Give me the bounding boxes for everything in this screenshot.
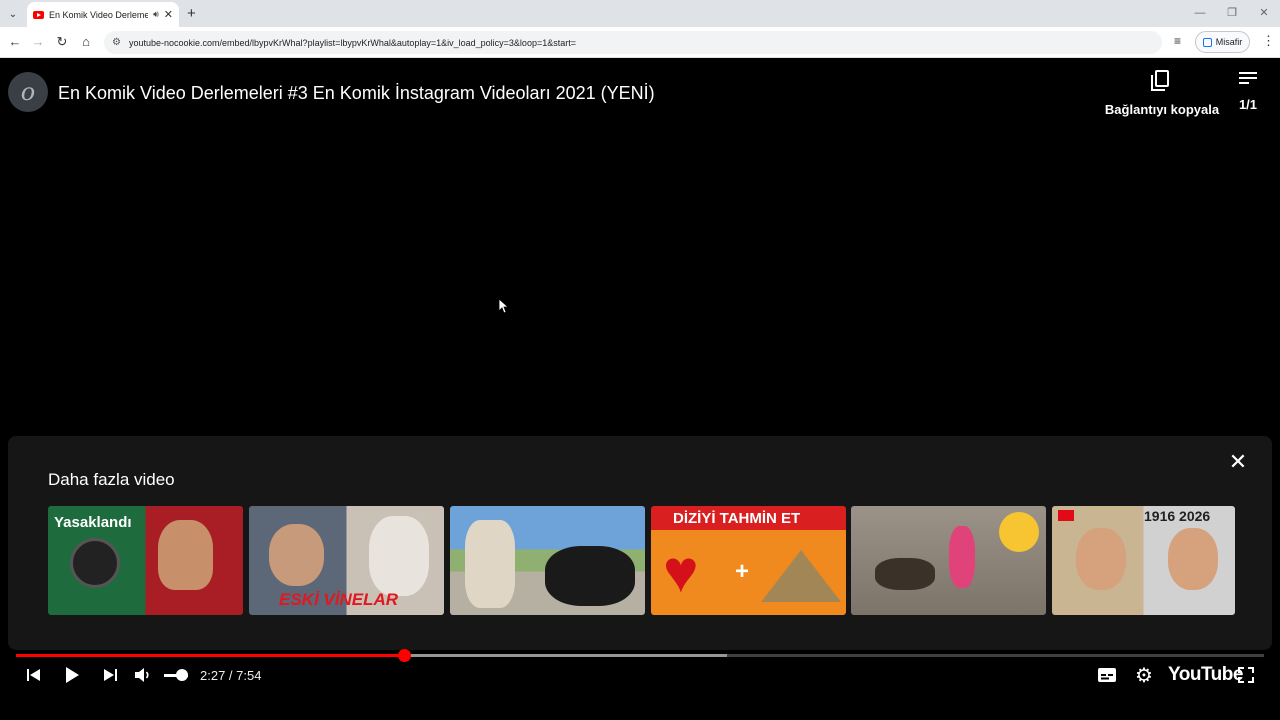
person-graphic <box>369 516 429 596</box>
person-graphic <box>158 520 213 590</box>
profile-button[interactable]: Misafir <box>1195 31 1250 53</box>
browser-menu-icon[interactable]: ⋮ <box>1262 33 1275 49</box>
more-videos-title: Daha fazla video <box>48 470 175 489</box>
video-thumbnail-5[interactable] <box>851 506 1046 615</box>
forward-button[interactable]: → <box>29 33 47 51</box>
video-thumbnail-6[interactable]: 1916 2026 <box>1052 506 1235 615</box>
person-graphic <box>269 524 324 586</box>
subtitles-icon <box>1098 668 1116 682</box>
profile-label: Misafir <box>1215 37 1243 47</box>
copy-icon <box>1151 70 1169 91</box>
child-graphic <box>949 526 975 588</box>
reload-button[interactable]: ↻ <box>53 33 71 51</box>
playlist-button[interactable]: 1/1 <box>1232 72 1264 114</box>
time-display: 2:27 / 7:54 <box>200 668 262 683</box>
settings-button[interactable]: ⚙ <box>1133 664 1155 687</box>
previous-icon <box>27 669 40 681</box>
video-thumbnail-1[interactable]: Yasaklandı <box>48 506 243 615</box>
dog-graphic <box>875 558 935 590</box>
motorcycle-graphic <box>545 546 635 606</box>
video-thumbnail-2[interactable]: ESKİ VİNELAR <box>249 506 444 615</box>
person-graphic <box>1168 528 1218 590</box>
close-icon[interactable]: ✕ <box>1228 451 1248 473</box>
address-bar[interactable]: ⚙ youtube-nocookie.com/embed/lbypvKrWhal… <box>104 31 1162 54</box>
thumbnail-label: 1916 2026 <box>1144 508 1211 524</box>
play-icon <box>66 667 79 683</box>
thumbnail-label: ESKİ VİNELAR <box>279 590 399 609</box>
tab-search-button[interactable]: ⌄ <box>4 5 22 23</box>
video-title[interactable]: En Komik Video Derlemeleri #3 En Komik İ… <box>58 83 655 104</box>
play-button[interactable] <box>61 664 83 686</box>
profile-icon <box>1202 37 1212 47</box>
youtube-favicon-icon <box>33 10 44 19</box>
glasses-graphic <box>70 538 120 588</box>
next-button[interactable] <box>100 664 120 686</box>
youtube-logo[interactable]: YouTube <box>1168 664 1243 686</box>
close-window-button[interactable]: ✕ <box>1248 0 1280 27</box>
volume-knob[interactable] <box>176 669 188 681</box>
restore-button[interactable]: ❐ <box>1216 0 1248 27</box>
fullscreen-button[interactable] <box>1236 664 1256 686</box>
tab-active[interactable]: En Komik Video Derlemeleri 🔊︎ ✕ <box>27 2 179 27</box>
soldier-graphic <box>1076 528 1126 590</box>
channel-avatar[interactable]: o <box>8 72 48 112</box>
video-player[interactable]: o En Komik Video Derlemeleri #3 En Komik… <box>0 58 1280 720</box>
scrubber-handle[interactable] <box>398 649 412 662</box>
back-button[interactable]: ← <box>6 33 24 51</box>
playlist-icon <box>1239 72 1257 84</box>
tab-title: En Komik Video Derlemeleri <box>49 9 149 20</box>
turkey-flag-icon <box>1058 510 1074 521</box>
minimize-button[interactable]: — <box>1184 0 1216 27</box>
next-icon <box>104 669 117 681</box>
person-graphic <box>465 520 515 608</box>
mouse-cursor-icon <box>499 299 509 314</box>
thumbnail-label: Yasaklandı <box>54 514 132 531</box>
tab-strip: ⌄ En Komik Video Derlemeleri 🔊︎ ✕ + — ❐ … <box>0 0 1280 27</box>
url-text: youtube-nocookie.com/embed/lbypvKrWhal?p… <box>128 37 576 48</box>
progress-bar[interactable] <box>16 649 1264 662</box>
mountain-icon <box>761 550 841 602</box>
home-button[interactable]: ⌂ <box>77 33 95 51</box>
video-thumbnail-4[interactable]: DİZİYİ TAHMİN ET ♥ + <box>651 506 846 615</box>
copy-link-label: Bağlantıyı kopyala <box>1104 102 1220 117</box>
more-videos-panel: Daha fazla video ✕ Yasaklandı ESKİ VİNEL… <box>8 436 1272 650</box>
browser-toolbar: ← → ↻ ⌂ ⚙ youtube-nocookie.com/embed/lby… <box>0 27 1280 58</box>
speaker-icon[interactable]: 🔊︎ <box>153 9 159 20</box>
video-thumbnail-3[interactable] <box>450 506 645 615</box>
progress-played <box>16 654 405 657</box>
thumbnail-label: DİZİYİ TAHMİN ET <box>673 510 801 527</box>
site-info-icon[interactable]: ⚙ <box>112 37 121 48</box>
laughing-emoji-icon <box>999 512 1039 552</box>
volume-icon <box>135 668 149 682</box>
mute-button[interactable] <box>133 664 153 686</box>
previous-button[interactable] <box>24 664 44 686</box>
plus-icon: + <box>735 558 750 585</box>
new-tab-button[interactable]: + <box>187 5 196 22</box>
gear-icon: ⚙ <box>1135 664 1153 687</box>
subtitles-button[interactable] <box>1096 664 1118 686</box>
playlist-position: 1/1 <box>1238 97 1258 112</box>
fullscreen-icon <box>1238 667 1254 683</box>
copy-link-button[interactable]: Bağlantıyı kopyala <box>1100 70 1224 117</box>
window-controls: — ❐ ✕ <box>1184 0 1280 27</box>
heart-icon: ♥ <box>663 538 699 605</box>
media-control-icon[interactable]: ≡ <box>1174 34 1181 48</box>
tab-close-icon[interactable]: ✕ <box>164 8 173 21</box>
